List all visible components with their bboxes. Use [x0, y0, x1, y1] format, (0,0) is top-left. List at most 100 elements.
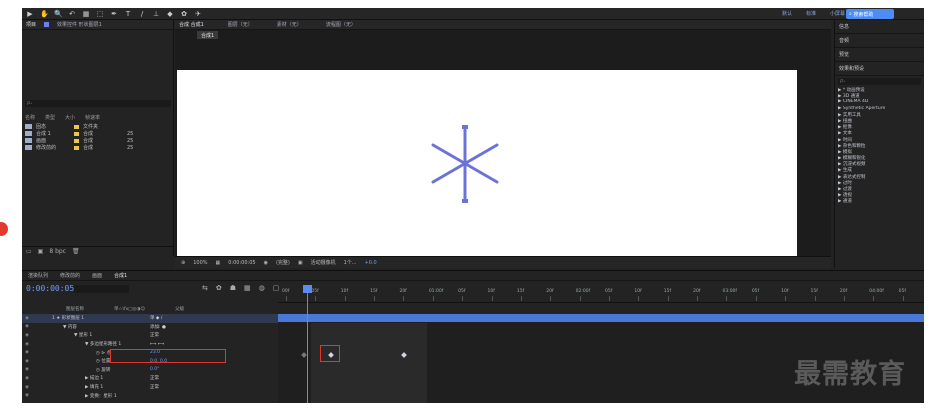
workspace-item[interactable]: 小屏幕	[830, 10, 845, 17]
tool-icon[interactable]: ↶	[68, 10, 76, 18]
magnifier-icon[interactable]: ⊕	[181, 260, 185, 266]
layer-row[interactable]: ◉ 1 ★ 形状图层 1 单 ◆ /	[22, 314, 278, 323]
project-column-header[interactable]: 大小	[65, 114, 75, 121]
timeline-tab[interactable]: 渲染队列	[28, 272, 48, 279]
project-column-header[interactable]: 帧速率	[85, 114, 100, 121]
layer-mode[interactable]: 正常	[150, 332, 159, 338]
project-item[interactable]: 画面 合成 25	[25, 137, 171, 144]
timeline-tab[interactable]: 合成1	[114, 272, 127, 279]
visibility-icon[interactable]: ◉	[25, 367, 29, 372]
label-color-swatch[interactable]	[74, 131, 79, 136]
layer-mode[interactable]: 添加: ●	[150, 324, 166, 330]
tab-project[interactable]: 项目	[26, 21, 36, 28]
project-item[interactable]: 合成 1 合成 25	[25, 130, 171, 137]
tab-effect-controls[interactable]: 效果控件 形状图层1	[57, 21, 102, 28]
workspace-item[interactable]: 默认	[782, 10, 792, 17]
visibility-icon[interactable]: ◉	[25, 393, 29, 398]
layer-mode[interactable]: 正常	[150, 375, 159, 381]
tool-icon[interactable]: /	[138, 10, 146, 18]
effects-category[interactable]: ▶ 通道	[835, 198, 924, 204]
project-column-header[interactable]: 名称	[25, 114, 35, 121]
tool-icon[interactable]: 🔍	[54, 10, 63, 18]
exposure-value[interactable]: +0.0	[365, 260, 377, 266]
viewer-tab[interactable]: 合成 合成1	[179, 21, 204, 28]
tool-icon[interactable]: ▶	[26, 10, 34, 18]
comp-flowchart-icon[interactable]: ⇆	[202, 284, 208, 292]
trash-icon[interactable]: 🗑	[72, 248, 80, 255]
grid-icon[interactable]: ▦	[216, 260, 221, 266]
motion-blur-icon[interactable]: ◍	[259, 284, 265, 292]
tool-icon[interactable]: ✿	[180, 10, 188, 18]
new-folder-icon[interactable]: ▭	[26, 248, 32, 255]
visibility-icon[interactable]: ◉	[25, 324, 29, 329]
right-panel-section[interactable]: 预览	[835, 48, 924, 62]
visibility-icon[interactable]: ◉	[25, 316, 29, 321]
new-comp-icon[interactable]: ▣	[38, 248, 44, 255]
layer-mode[interactable]: ⟷ ⟷	[150, 342, 164, 347]
visibility-icon[interactable]: ◉	[25, 359, 29, 364]
keyframe-nav[interactable]	[301, 352, 307, 358]
tool-icon[interactable]: ⊥	[152, 10, 160, 18]
layer-mode[interactable]: 单 ◆ /	[150, 315, 162, 321]
right-panel-section[interactable]: 信息	[835, 20, 924, 34]
viewer-tab[interactable]: 素材（无）	[277, 21, 302, 28]
camera-select[interactable]: 活动摄像机	[311, 259, 336, 266]
layer-mode[interactable]: 正常	[150, 384, 159, 390]
comp-breadcrumb[interactable]: 合成1	[197, 31, 219, 39]
timeline-timecode[interactable]: 0:00:00:05	[26, 284, 74, 293]
bpc-label[interactable]: 8 bpc	[49, 248, 66, 255]
effects-search-input[interactable]: ρ₊	[838, 78, 921, 85]
tool-icon[interactable]: T	[124, 10, 132, 18]
record-button[interactable]	[0, 222, 8, 236]
tool-icon[interactable]: ✋	[40, 10, 49, 18]
project-search-input[interactable]: ρ₊	[25, 100, 171, 107]
right-panel-section[interactable]: 音频	[835, 34, 924, 48]
property-value[interactable]: 0.0°	[150, 367, 159, 372]
tool-icon[interactable]: ◆	[166, 10, 174, 18]
time-ruler[interactable]: 00f 05f 10f 15f 20f 01:00f 05f 10f 15f 20f 02:00f 0…	[278, 285, 924, 303]
layer-row[interactable]: ◉ ▶ 描边 1 正常	[22, 374, 278, 383]
project-item[interactable]: 固态 文件夹	[25, 123, 171, 130]
tool-icon[interactable]: ✈	[194, 10, 202, 18]
project-column-header[interactable]: 类型	[45, 114, 55, 121]
search-help-button[interactable]: ⌕ 搜索帮助	[846, 9, 894, 19]
layer-duration-bar[interactable]	[278, 314, 924, 322]
quality-select[interactable]: (完整)	[276, 259, 290, 266]
layer-row[interactable]: ◉ ▶ 变换：星形 1	[22, 391, 278, 400]
visibility-icon[interactable]: ◉	[25, 385, 29, 390]
visibility-icon[interactable]: ◉	[25, 350, 29, 355]
draft-3d-icon[interactable]: ✿	[216, 284, 222, 292]
views-select[interactable]: 1个...	[344, 259, 357, 266]
tool-icon[interactable]: ✒	[110, 10, 118, 18]
viewer-tab[interactable]: 图层（无）	[228, 21, 253, 28]
project-item[interactable]: 修改前的 合成 25	[25, 144, 171, 151]
region-icon[interactable]: ▣	[298, 260, 303, 266]
layer-row[interactable]: ◉ ▼ 星形 1 正常	[22, 331, 278, 340]
label-color-swatch[interactable]	[74, 138, 79, 143]
viewer-timecode[interactable]: 0:00:00:05	[228, 260, 255, 266]
frame-blend-icon[interactable]: ▦	[244, 284, 251, 292]
layer-row[interactable]: ◉ ▼ 多边星形路径 1 ⟷ ⟷	[22, 340, 278, 349]
layer-row[interactable]: ◉ ◷ 旋转 0.0°	[22, 366, 278, 375]
viewer-tab[interactable]: 流程图（无）	[326, 21, 356, 28]
layer-row[interactable]: ◉ ▼ 内容 添加: ●	[22, 323, 278, 332]
zoom-select[interactable]: 100%	[193, 260, 207, 266]
composition-canvas[interactable]	[177, 70, 797, 260]
workspace-item[interactable]: 标准	[806, 10, 816, 17]
shy-icon[interactable]: ☗	[230, 284, 236, 292]
star-shape[interactable]	[177, 70, 797, 260]
tool-icon[interactable]: ⬚	[96, 10, 104, 18]
timeline-tab[interactable]: 画面	[92, 272, 102, 279]
visibility-icon[interactable]: ◉	[25, 333, 29, 338]
visibility-icon[interactable]: ◉	[25, 376, 29, 381]
label-color-swatch[interactable]	[74, 124, 79, 129]
layer-row[interactable]: ◉ ▶ 填充 1 正常	[22, 383, 278, 392]
tool-icon[interactable]: ▦	[82, 10, 90, 18]
camera-icon[interactable]: ◉	[264, 260, 268, 266]
timeline-search-input[interactable]	[74, 285, 129, 293]
timeline-tab[interactable]: 修改前的	[60, 272, 80, 279]
right-panel-section[interactable]: 效果和预设	[835, 62, 924, 76]
playhead[interactable]	[307, 285, 308, 403]
label-color-swatch[interactable]	[74, 145, 79, 150]
visibility-icon[interactable]: ◉	[25, 342, 29, 347]
